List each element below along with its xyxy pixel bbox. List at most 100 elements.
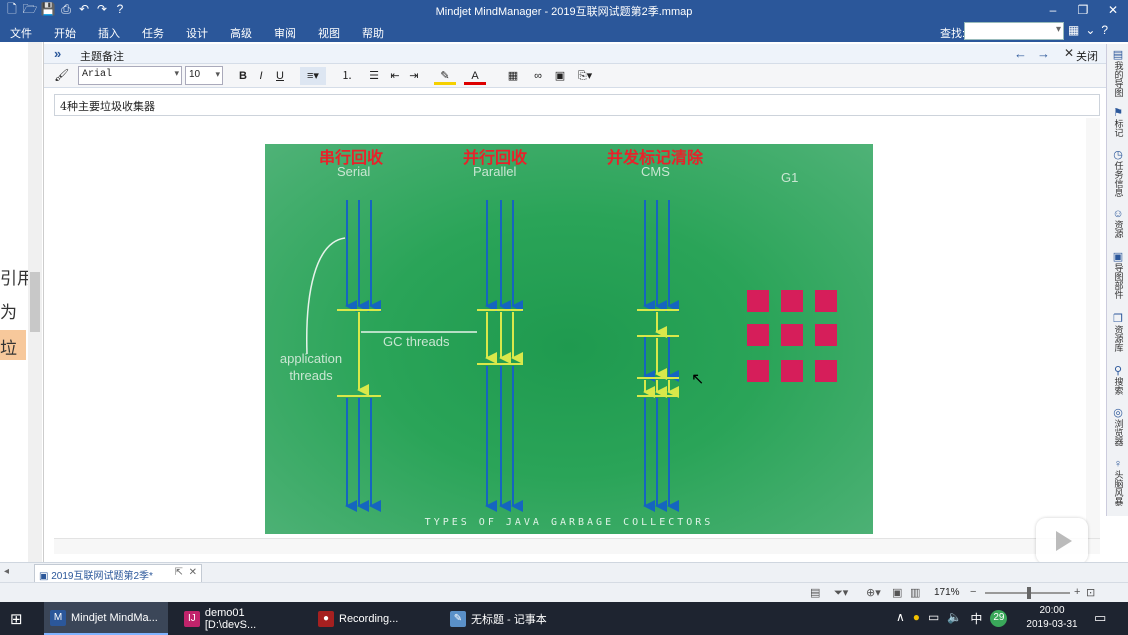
indent-icon[interactable]: ⇥ <box>406 67 422 85</box>
close-tab-icon[interactable]: ✕ <box>189 567 197 578</box>
expand-icon[interactable]: » <box>54 46 61 61</box>
search-input[interactable] <box>964 22 1064 40</box>
volume-icon[interactable]: 🔈 <box>947 610 962 627</box>
side-tab-library[interactable]: ❐ 资源库 <box>1107 312 1128 352</box>
page-view-icon[interactable]: ▥ <box>910 586 920 599</box>
numbered-list-icon[interactable]: ⒈ <box>338 67 356 85</box>
zoom-in-icon[interactable]: + <box>1074 586 1080 598</box>
format-painter-icon[interactable]: 🖌 <box>54 68 69 82</box>
tray-expand-icon[interactable]: ∧ <box>896 610 905 627</box>
menu-advanced[interactable]: 高级 <box>230 25 252 41</box>
close-icon[interactable]: ✕ <box>1064 46 1074 60</box>
notification-badge[interactable]: 29 <box>990 610 1008 627</box>
battery-icon[interactable]: ▭ <box>928 610 939 627</box>
mindmanager-icon: M <box>50 609 66 626</box>
taskbar-mindmanager[interactable]: M Mindjet MindMa... <box>44 602 168 635</box>
menu-insert[interactable]: 插入 <box>98 25 120 41</box>
taskbar-intellij[interactable]: IJ demo01 [D:\devS... <box>178 602 304 635</box>
italic-button[interactable]: I <box>254 67 268 85</box>
restore-button[interactable]: ❐ <box>1068 0 1098 20</box>
windows-start-icon[interactable]: ⊞ <box>10 610 23 628</box>
recorder-icon: ● <box>318 610 334 627</box>
taskbar-notepad[interactable]: ✎ 无标题 - 记事本 <box>444 602 574 635</box>
map-canvas[interactable]: 引用 为 垃 <box>0 42 44 562</box>
filter-icon[interactable]: ⏷▾ <box>834 586 848 600</box>
outline-view-icon[interactable]: ▤ <box>810 586 820 599</box>
arrow-right-icon[interactable]: → <box>1037 46 1050 61</box>
notes-content[interactable]: 串行回收 并行回收 并发标记清除 Serial Parallel CMS G1 … <box>54 118 1086 538</box>
bullet-list-icon[interactable]: ☰ <box>366 67 382 85</box>
menu-review[interactable]: 审阅 <box>274 25 296 41</box>
tab-scroll-left-icon[interactable]: ◂ <box>4 566 9 577</box>
clock[interactable]: 20:00 2019-03-31 <box>1022 604 1082 632</box>
link-icon[interactable]: ∞ <box>530 67 546 85</box>
clock-time: 20:00 <box>1039 605 1065 616</box>
side-tab-brainstorm[interactable]: ♀ 头脑风暴 <box>1107 458 1128 506</box>
menu-view[interactable]: 视图 <box>318 25 340 41</box>
tray-app-icon[interactable]: ● <box>913 610 920 627</box>
notepad-icon: ✎ <box>450 610 466 627</box>
intellij-icon: IJ <box>184 610 200 627</box>
notes-vertical-scrollbar[interactable] <box>1086 118 1100 538</box>
zoom-slider-thumb[interactable] <box>1027 587 1031 599</box>
parallel-gc-threads <box>477 309 523 365</box>
taskbar-recording-label: Recording... <box>339 612 399 625</box>
fit-map-icon[interactable]: ⊡ <box>1086 586 1095 599</box>
document-tab[interactable]: ▣ 2019互联网试题第2季* ⇱ ✕ <box>34 564 202 582</box>
menu-help[interactable]: 帮助 <box>362 25 384 41</box>
menu-design[interactable]: 设计 <box>186 25 208 41</box>
outdent-icon[interactable]: ⇤ <box>387 67 403 85</box>
chevron-down-icon[interactable]: ⌄ <box>1085 23 1095 37</box>
menu-task[interactable]: 任务 <box>142 25 164 41</box>
globe-icon: ◎ <box>1113 407 1123 419</box>
map-vertical-scrollbar[interactable] <box>28 42 42 562</box>
highlight-icon[interactable]: ✎ <box>434 67 456 85</box>
action-center-icon[interactable]: ▭ <box>1094 610 1106 626</box>
marker-icon: ⚑ <box>1113 107 1123 119</box>
side-tab-task-info[interactable]: ◷ 任务信息 <box>1107 148 1128 197</box>
close-window-button[interactable]: ✕ <box>1098 0 1128 20</box>
font-color-icon[interactable]: A <box>464 67 486 85</box>
zoom-out-icon[interactable]: − <box>970 586 976 598</box>
underline-button[interactable]: U <box>273 67 287 85</box>
layout-icon[interactable]: ▦ <box>1068 23 1079 37</box>
note-title[interactable]: 4种主要垃圾收集器 <box>54 94 1100 116</box>
notes-horizontal-scrollbar[interactable] <box>54 538 1100 554</box>
taskbar-mindmanager-label: Mindjet MindMa... <box>71 611 158 624</box>
ime-indicator[interactable]: 中 <box>970 610 982 627</box>
application-threads-label: application threads <box>279 351 343 383</box>
side-tab-markers[interactable]: ⚑ 标记 <box>1107 106 1128 137</box>
mouse-cursor-icon: ↖ <box>691 371 705 388</box>
bold-button[interactable]: B <box>236 67 250 85</box>
minimize-button[interactable]: – <box>1038 0 1068 20</box>
taskbar-intellij-label: demo01 [D:\devS... <box>204 606 257 631</box>
binoculars-icon: ⚲ <box>1113 365 1123 377</box>
notes-panel-title: 主题备注 <box>80 51 124 63</box>
font-family-select[interactable]: Arial <box>78 66 182 85</box>
taskbar-recording[interactable]: ● Recording... <box>312 602 432 635</box>
side-tab-my-maps[interactable]: ▤ 我的导图 <box>1107 48 1128 97</box>
arrow-left-icon[interactable]: ← <box>1014 46 1027 61</box>
side-tab-map-parts[interactable]: ▣ 导图部件 <box>1107 250 1128 299</box>
help-circle-icon[interactable]: ? <box>1101 23 1108 37</box>
menu-home[interactable]: 开始 <box>54 25 76 41</box>
side-tab-browser[interactable]: ◎ 浏览器 <box>1107 406 1128 446</box>
side-tab-search[interactable]: ⚲ 搜索 <box>1107 364 1128 395</box>
image-icon[interactable]: ▣ <box>552 67 568 85</box>
slide-caption: TYPES OF JAVA GARBAGE COLLECTORS <box>424 517 714 528</box>
lightbulb-icon: ♀ <box>1113 458 1123 470</box>
zoom-fit-icon[interactable]: ⊕▾ <box>866 586 881 599</box>
table-icon[interactable]: ▦ <box>504 67 522 85</box>
attachment-icon[interactable]: ⎘▾ <box>574 67 596 85</box>
pin-icon[interactable]: ⇱ <box>175 567 183 578</box>
map-view-icon[interactable]: ▣ <box>892 586 902 599</box>
close-notes-button[interactable]: 关闭 <box>1076 48 1098 64</box>
map-icon: ▤ <box>1112 49 1124 61</box>
side-tab-resources[interactable]: ☺ 资源 <box>1107 208 1128 238</box>
align-icon[interactable]: ≡▾ <box>300 67 326 85</box>
map-topic-fragment: 垃 <box>0 339 17 359</box>
font-size-select[interactable]: 10 <box>185 66 223 85</box>
library-icon: ❐ <box>1113 313 1123 325</box>
menu-file[interactable]: 文件 <box>10 25 32 41</box>
play-button-overlay[interactable] <box>1036 518 1088 564</box>
